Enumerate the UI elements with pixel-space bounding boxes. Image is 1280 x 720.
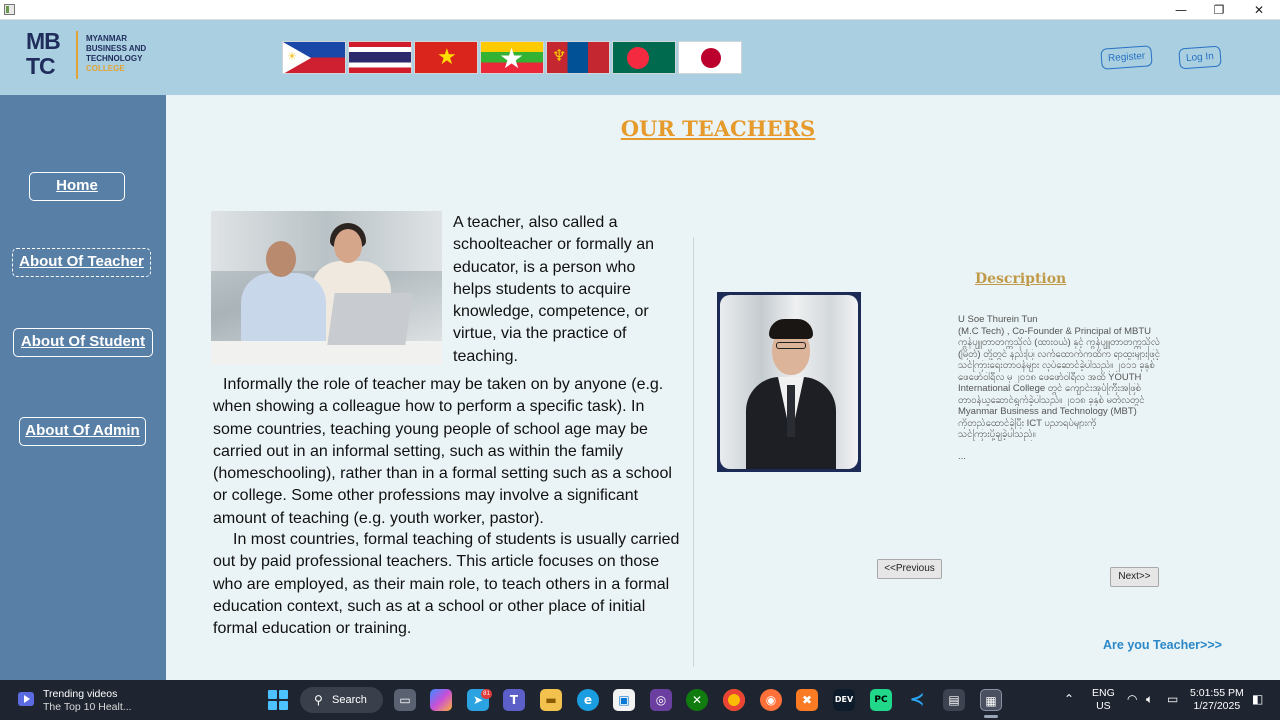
volume-icon[interactable]: 🔈︎ — [1146, 692, 1153, 707]
bangladesh-flag — [612, 41, 676, 74]
sidebar-item-about-teacher[interactable]: About Of Teacher — [12, 248, 151, 277]
profile-ellipsis: ... — [958, 450, 966, 462]
logo-line-3: TECHNOLOGY — [86, 54, 143, 63]
main-content: OUR TEACHERS A teacher, also called a sc… — [166, 95, 1280, 680]
profile-bio-line: သင်ကြားပို့ချခဲ့ပါသည်။ — [958, 429, 1036, 440]
logo-line-1: MYANMAR — [86, 34, 128, 43]
intro-paragraph: A teacher, also called a schoolteacher o… — [453, 214, 654, 365]
are-you-teacher-link[interactable]: Are you Teacher>>> — [1103, 638, 1222, 652]
xampp-icon[interactable]: ✖ — [796, 689, 818, 711]
battery-icon[interactable]: ▭ — [1167, 692, 1178, 706]
flags-strip — [282, 41, 744, 74]
thailand-flag — [348, 41, 412, 74]
philippines-flag — [282, 41, 346, 74]
widgets-button[interactable]: Trending videos The Top 10 Healt... — [18, 686, 168, 714]
profile-bio-line: သင်ကြားရေးတာဝန်များ လုပ်ဆောင်ခဲ့ပါသည်။ ၂… — [958, 360, 1155, 371]
video-icon — [18, 692, 34, 706]
profile-bio-line: Myanmar Business and Technology (MBT) — [958, 406, 1137, 417]
sidebar-item-about-student[interactable]: About Of Student — [13, 328, 153, 357]
widget-subtitle: The Top 10 Healt... — [43, 701, 132, 713]
active-indicator — [984, 715, 998, 718]
task-view-icon[interactable]: ▭ — [394, 689, 416, 711]
profile-bio-line: (မြိတ်) တို့တွင် နည်းပြ၊ လက်ထောက်ကထိက ရာ… — [958, 348, 1160, 360]
notification-icon[interactable]: ◧ — [1252, 692, 1263, 706]
profile-name: U Soe Thurein Tun — [958, 314, 1038, 325]
language-code: ENG — [1092, 687, 1115, 699]
app-icon — [4, 4, 15, 15]
clock-date: 1/27/2025 — [1193, 700, 1241, 712]
chevron-up-icon[interactable]: ⌃ — [1064, 692, 1074, 706]
profile-bio-line: ကွန်ပျူတာတက္ကသိုလ် (ထားဝယ်) နှင့် ကွန်ပျ… — [958, 337, 1160, 348]
profile-bio-line: International College တွင် ကျောင်းအုပ်ကြ… — [958, 383, 1142, 394]
taskbar: Trending videos The Top 10 Healt... ⚲ Se… — [0, 680, 1280, 720]
sidebar-item-about-admin[interactable]: About Of Admin — [19, 417, 146, 446]
widget-title: Trending videos — [43, 688, 118, 700]
file-explorer-icon[interactable]: ▬ — [540, 689, 562, 711]
active-app-icon[interactable]: ▦ — [980, 689, 1002, 711]
myanmar-flag — [480, 41, 544, 74]
maximize-button[interactable]: ❐ — [1201, 0, 1237, 20]
app-icon-purple[interactable]: ◎ — [650, 689, 672, 711]
profile-description: U Soe Thurein Tun (M.C Tech) , Co-Founde… — [958, 314, 1198, 462]
search-icon: ⚲ — [314, 693, 323, 707]
next-button[interactable]: Next>> — [1110, 567, 1159, 587]
sidebar-nav: Home About Of Teacher About Of Student A… — [0, 95, 166, 680]
language-indicator[interactable]: ENG US — [1092, 687, 1115, 720]
keyboard-region: US — [1096, 700, 1111, 712]
close-button[interactable]: ✕ — [1241, 0, 1277, 20]
edge-icon[interactable]: e — [577, 689, 599, 711]
japan-flag — [678, 41, 742, 74]
start-button[interactable] — [268, 690, 288, 710]
profile-bio-line: ကိုတည်ထောင်ခဲ့ပြီး ICT ပညာရပ်များကို — [958, 417, 1097, 429]
taskbar-search[interactable]: ⚲ Search — [300, 687, 383, 713]
mongolia-flag — [546, 41, 610, 74]
principal-photo — [717, 292, 861, 472]
sidebar-item-home[interactable]: Home — [29, 172, 125, 201]
app-icon-gray[interactable]: ▤ — [943, 689, 965, 711]
copilot-icon[interactable] — [430, 689, 452, 711]
vietnam-flag — [414, 41, 478, 74]
xbox-icon[interactable]: ✕ — [686, 689, 708, 711]
register-button[interactable]: Register — [1100, 45, 1153, 70]
logo-mark: MB TC — [26, 28, 61, 79]
chrome-icon[interactable] — [723, 689, 745, 711]
wifi-icon[interactable]: ◠ — [1127, 692, 1137, 706]
logo-line-2: BUSINESS AND — [86, 44, 147, 53]
teachers-photo — [211, 211, 442, 365]
vscode-icon[interactable]: ≺ — [906, 689, 928, 711]
store-icon[interactable]: ▣ — [613, 689, 635, 711]
firefox-icon[interactable]: ◉ — [760, 689, 782, 711]
clock-time: 5:01:55 PM — [1190, 687, 1244, 699]
login-button[interactable]: Log In — [1178, 45, 1222, 70]
site-header: MB TC MYANMAR BUSINESS AND TECHNOLOGY COL… — [0, 20, 1280, 95]
dev-icon[interactable]: DEV — [833, 689, 855, 711]
clock[interactable]: 5:01:55 PM 1/27/2025 — [1190, 687, 1244, 720]
page-title: OUR TEACHERS — [620, 116, 816, 141]
profile-role: (M.C Tech) , Co-Founder & Principal of M… — [958, 325, 1152, 337]
college-logo[interactable]: MB TC MYANMAR BUSINESS AND TECHNOLOGY COL… — [26, 29, 156, 83]
minimize-button[interactable]: — — [1163, 0, 1199, 20]
profile-bio-line: တာဝန်ယူဆောင်ရွက်ခဲ့ပါသည်။ ၂၀၁၈ ခုနှစ် မတ… — [958, 394, 1145, 406]
profile-bio-line: ဖေဖော်ဝါရီလ မှ ၂၀၁၈ ဖေဖော်ဝါရီလ အထိ YOUT… — [958, 371, 1142, 383]
search-label: Search — [332, 694, 367, 706]
pycharm-icon[interactable]: PC — [870, 689, 892, 711]
teams-icon[interactable]: T — [503, 689, 525, 711]
logo-divider — [76, 31, 78, 79]
logo-line-4: COLLEGE — [86, 64, 125, 73]
formal-teaching-paragraph: In most countries, formal teaching of st… — [213, 531, 680, 638]
telegram-badge: 81 — [481, 689, 492, 699]
logo-text: MYANMAR BUSINESS AND TECHNOLOGY COLLEGE — [86, 34, 146, 74]
content-divider — [693, 237, 694, 667]
previous-button[interactable]: <<Previous — [877, 559, 942, 579]
informal-role-paragraph: Informally the role of teacher may be ta… — [213, 376, 672, 527]
window-titlebar: — ❐ ✕ — [0, 0, 1280, 20]
description-heading: Description — [975, 271, 1067, 287]
